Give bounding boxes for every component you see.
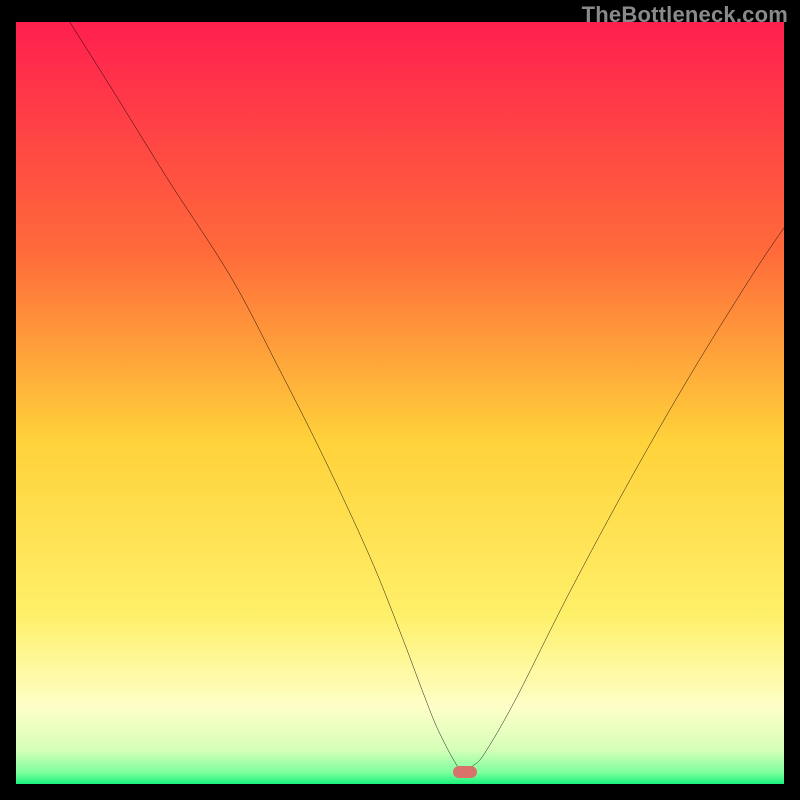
bottleneck-curve [16, 22, 784, 784]
plot-area [16, 22, 784, 784]
optimal-marker [453, 766, 477, 778]
chart-frame: TheBottleneck.com [0, 0, 800, 800]
